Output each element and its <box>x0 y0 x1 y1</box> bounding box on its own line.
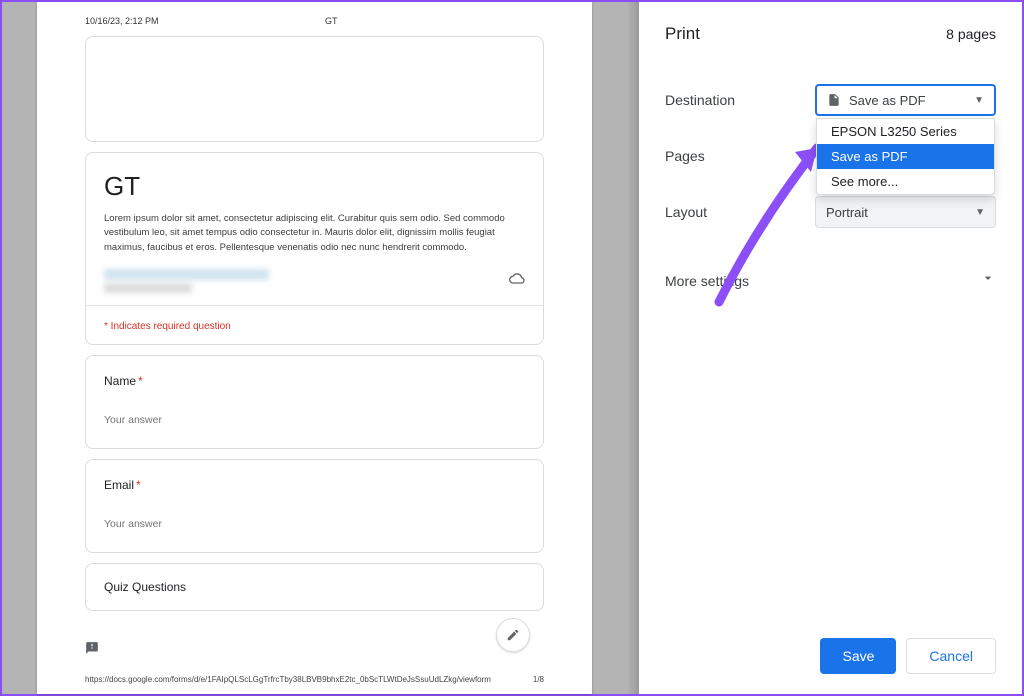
section-label: Quiz Questions <box>86 564 543 610</box>
page-count: 8 pages <box>946 26 996 42</box>
form-title: GT <box>104 171 525 202</box>
caret-down-icon: ▼ <box>975 207 985 218</box>
feedback-icon[interactable] <box>85 641 99 660</box>
form-description: Lorem ipsum dolor sit amet, consectetur … <box>104 212 525 255</box>
label-destination: Destination <box>665 92 815 108</box>
page-number: 1/8 <box>533 675 544 684</box>
file-icon <box>827 92 841 108</box>
layout-dropdown[interactable]: Portrait ▼ <box>815 196 996 228</box>
required-star: * <box>138 374 143 388</box>
cloud-icon <box>509 273 525 288</box>
edit-form-button[interactable] <box>496 618 530 652</box>
print-preview-pane: 10/16/23, 2:12 PM GT GT Lorem ipsum dolo… <box>2 2 627 694</box>
q2-label: Email <box>104 478 134 492</box>
redacted-account <box>104 269 269 280</box>
destination-menu: EPSON L3250 Series Save as PDF See more.… <box>816 118 995 195</box>
layout-value: Portrait <box>826 205 868 220</box>
dd-option-epson[interactable]: EPSON L3250 Series <box>817 119 994 144</box>
footer-url: https://docs.google.com/forms/d/e/1FAIpQ… <box>85 675 491 684</box>
panel-title: Print <box>665 24 700 44</box>
cancel-button[interactable]: Cancel <box>906 638 996 674</box>
save-button[interactable]: Save <box>820 638 896 674</box>
answer-placeholder: Your answer <box>104 518 525 530</box>
preview-header-title: GT <box>325 16 338 26</box>
answer-placeholder: Your answer <box>104 414 525 426</box>
label-pages: Pages <box>665 148 815 164</box>
print-panel: Print 8 pages Destination Save as PDF ▼ … <box>639 2 1022 694</box>
question-email: Email* Your answer <box>85 459 544 553</box>
required-star: * <box>136 478 141 492</box>
label-layout: Layout <box>665 204 815 220</box>
redacted-line <box>104 283 192 293</box>
question-name: Name* Your answer <box>85 355 544 449</box>
destination-dropdown[interactable]: Save as PDF ▼ EPSON L3250 Series Save as… <box>815 84 996 116</box>
more-settings-toggle[interactable]: More settings <box>665 240 996 291</box>
form-header-image <box>85 36 544 142</box>
dd-option-save-pdf[interactable]: Save as PDF <box>817 144 994 169</box>
q1-label: Name <box>104 374 136 388</box>
destination-value: Save as PDF <box>849 93 926 108</box>
dd-option-see-more[interactable]: See more... <box>817 169 994 194</box>
label-more: More settings <box>665 273 749 289</box>
caret-down-icon: ▼ <box>974 95 984 106</box>
section-quiz: Quiz Questions <box>85 563 544 611</box>
required-notice: * Indicates required question <box>104 321 231 332</box>
chevron-down-icon <box>980 270 996 291</box>
form-title-card: GT Lorem ipsum dolor sit amet, consectet… <box>85 152 544 345</box>
preview-timestamp: 10/16/23, 2:12 PM <box>85 16 159 26</box>
preview-page: 10/16/23, 2:12 PM GT GT Lorem ipsum dolo… <box>37 2 592 694</box>
